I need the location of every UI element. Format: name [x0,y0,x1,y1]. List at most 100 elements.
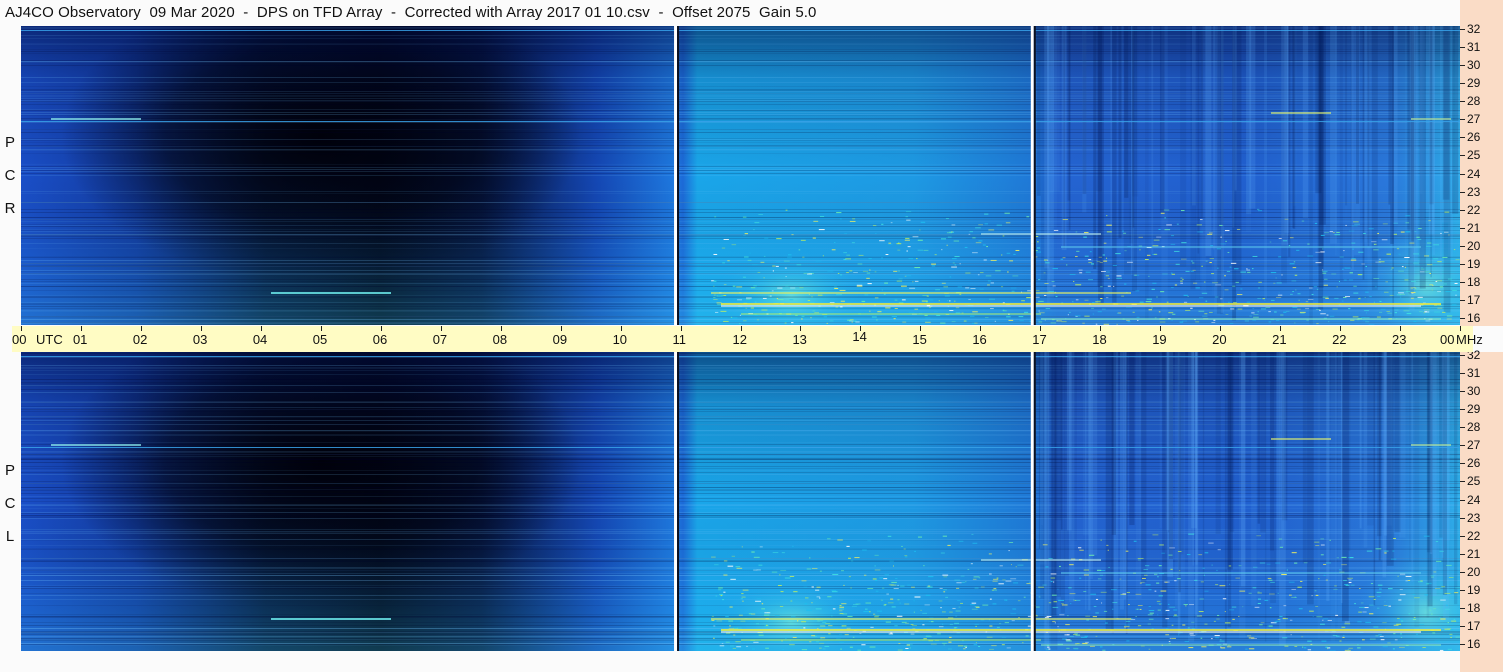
rcp-speckle [1453,249,1456,251]
lcp-speckle [1354,603,1356,605]
lcp-speckle [819,642,825,644]
rcp-speckle [983,259,987,261]
rcp-streak [21,317,1460,318]
lcp-speckle [1191,621,1195,623]
lcp-speckle [1248,592,1252,594]
rcp-speckle [1442,256,1448,258]
rcp-speckle [1453,250,1456,252]
rcp-speckle [1436,280,1442,282]
lcp-vstripe [1453,352,1458,605]
lcp-speckle [1093,606,1097,608]
lcp-speckle [953,627,957,629]
rcp-speckle [777,299,784,301]
rcp-speckle [1158,228,1161,230]
lcp-speckle [1400,637,1403,639]
lcp-speckle [1397,575,1399,577]
rcp-speckle [1052,268,1059,270]
rcp-speckle [1368,228,1374,230]
lcp-vstripe [1227,352,1233,570]
lcp-speckle [1046,615,1052,617]
rcp-speckle [1099,262,1103,264]
lcp-speckle [952,607,956,609]
rcp-speckle [1220,236,1223,238]
rcp-speckle [1396,248,1400,250]
lcp-vstripe [1066,352,1072,531]
lcp-speckle [809,557,811,559]
lcp-speckle [854,557,860,559]
rcp-streak [21,96,1460,97]
rcp-vstripe [1281,26,1289,246]
rcp-speckle [1133,274,1140,276]
lcp-speckle [1412,594,1416,596]
lcp-speckle [1198,554,1203,556]
rcp-speckle [851,242,855,244]
rcp-streak [21,243,1460,244]
rcp-side-label: R C P [0,120,20,230]
lcp-speckle [964,645,968,647]
rcp-speckle [1294,274,1298,276]
lcp-speckle [1226,646,1232,648]
rcp-streak [21,209,1460,210]
lcp-speckle [1203,574,1205,576]
rcp-vstripe [1201,26,1207,293]
rcp-speckle [1315,251,1321,253]
rcp-speckle [1026,216,1030,218]
lcp-speckle [1289,619,1293,621]
rcp-freq-tick [1460,83,1465,85]
rcp-speckle [978,240,983,242]
lcp-speckle [971,602,977,604]
lcp-speckle [1158,595,1163,597]
rcp-speckle [934,254,937,256]
rcp-speckle [772,270,774,272]
lcp-speckle [1228,565,1232,567]
rcp-speckle [1413,262,1419,264]
lcp-freq-axis: 32 31 30 29 28 27 26 25 24 23 22 21 20 19 18 17 16 [1460,349,1503,672]
rcp-speckle [1378,261,1385,263]
rcp-speckle [1006,252,1011,254]
rcp-speckle [713,298,718,300]
rcp-streak [21,263,1460,264]
lcp-speckle [1373,626,1379,628]
lcp-speckle [1257,591,1260,593]
rcp-speckle [905,211,912,213]
lcp-speckle [1144,565,1150,567]
rcp-speckle [732,285,736,287]
lcp-speckle [1126,640,1130,642]
rcp-streak [21,274,1460,275]
lcp-speckle [1177,578,1181,580]
rcp-speckle [731,244,737,246]
lcp-speckle [1397,617,1400,619]
lcp-speckle [1224,622,1231,624]
rcp-speckle [1257,311,1259,313]
lcp-speckle [756,569,761,571]
lcp-speckle [1229,583,1231,585]
lcp-speckle [841,570,844,572]
lcp-speckle [926,586,933,588]
lcp-freq-tick [1460,571,1465,573]
lcp-interference-line [741,639,1041,641]
rcp-speckle [1190,270,1194,272]
rcp-speckle [1106,231,1112,233]
lcp-speckle [1038,586,1045,588]
lcp-vstripe [1302,352,1307,564]
lcp-freq-label: 20 [1467,564,1481,579]
lcp-speckle [1311,595,1314,597]
rcp-speckle [1328,321,1330,323]
lcp-freq-tick [1460,607,1465,609]
lcp-speckle [1312,616,1314,618]
lcp-speckle [1327,619,1332,621]
lcp-vstripe [1384,352,1388,536]
lcp-vstripe [1168,352,1173,560]
rcp-speckle [1295,289,1297,291]
rcp-speckle [1052,285,1056,287]
lcp-speckle [1290,634,1292,636]
rcp-speckle [1401,266,1404,268]
lcp-speckle [1413,617,1416,619]
utc-tick-label: 13 [792,332,807,347]
rcp-speckle [836,212,842,214]
rcp-speckle [716,302,722,304]
lcp-speckle [1158,565,1162,567]
rcp-speckle [1226,270,1231,272]
rcp-speckle [1137,319,1139,321]
lcp-speckle [820,638,823,640]
